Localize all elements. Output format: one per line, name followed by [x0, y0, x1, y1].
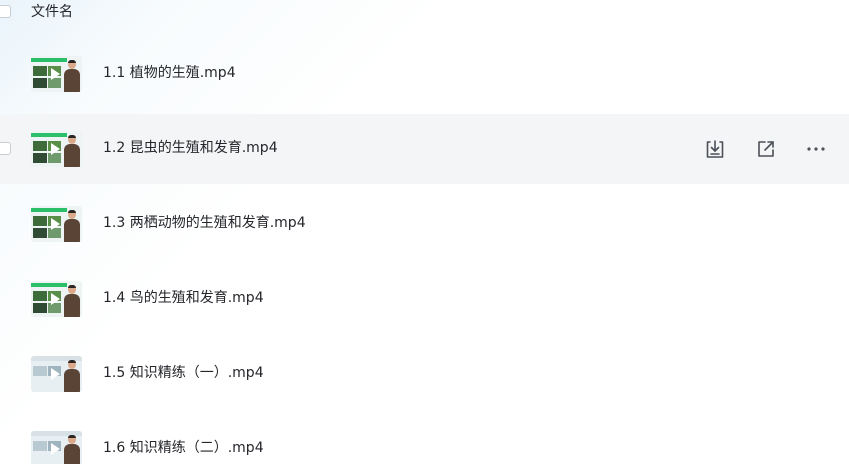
file-row[interactable]: 1.5 知识精练（一）.mp4: [0, 339, 849, 409]
play-icon: [51, 443, 60, 455]
file-name[interactable]: 1.5 知识精练（一）.mp4: [103, 364, 264, 382]
file-name[interactable]: 1.6 知识精练（二）.mp4: [103, 439, 264, 457]
file-name[interactable]: 1.3 两栖动物的生殖和发育.mp4: [103, 214, 306, 232]
file-list-header: 文件名: [0, 0, 849, 26]
video-thumbnail[interactable]: [31, 56, 82, 92]
video-thumbnail[interactable]: [31, 281, 82, 317]
file-row[interactable]: 1.2 昆虫的生殖和发育.mp4: [0, 114, 849, 184]
file-name[interactable]: 1.4 鸟的生殖和发育.mp4: [103, 289, 264, 307]
file-row[interactable]: 1.3 两栖动物的生殖和发育.mp4: [0, 189, 849, 259]
select-all-checkbox[interactable]: [0, 5, 11, 18]
row-actions: [0, 137, 849, 161]
column-header-filename[interactable]: 文件名: [31, 3, 73, 21]
share-icon[interactable]: [754, 137, 778, 161]
video-thumbnail[interactable]: [31, 206, 82, 242]
more-icon[interactable]: [804, 137, 828, 161]
video-thumbnail[interactable]: [31, 356, 82, 392]
file-row[interactable]: 1.1 植物的生殖.mp4: [0, 39, 849, 109]
file-row[interactable]: 1.4 鸟的生殖和发育.mp4: [0, 264, 849, 334]
video-thumbnail[interactable]: [31, 431, 82, 464]
file-name[interactable]: 1.1 植物的生殖.mp4: [103, 64, 236, 82]
play-icon: [51, 293, 60, 305]
download-icon[interactable]: [703, 137, 727, 161]
file-row[interactable]: 1.6 知识精练（二）.mp4: [0, 414, 849, 464]
play-icon: [51, 218, 60, 230]
play-icon: [51, 368, 60, 380]
play-icon: [51, 68, 60, 80]
